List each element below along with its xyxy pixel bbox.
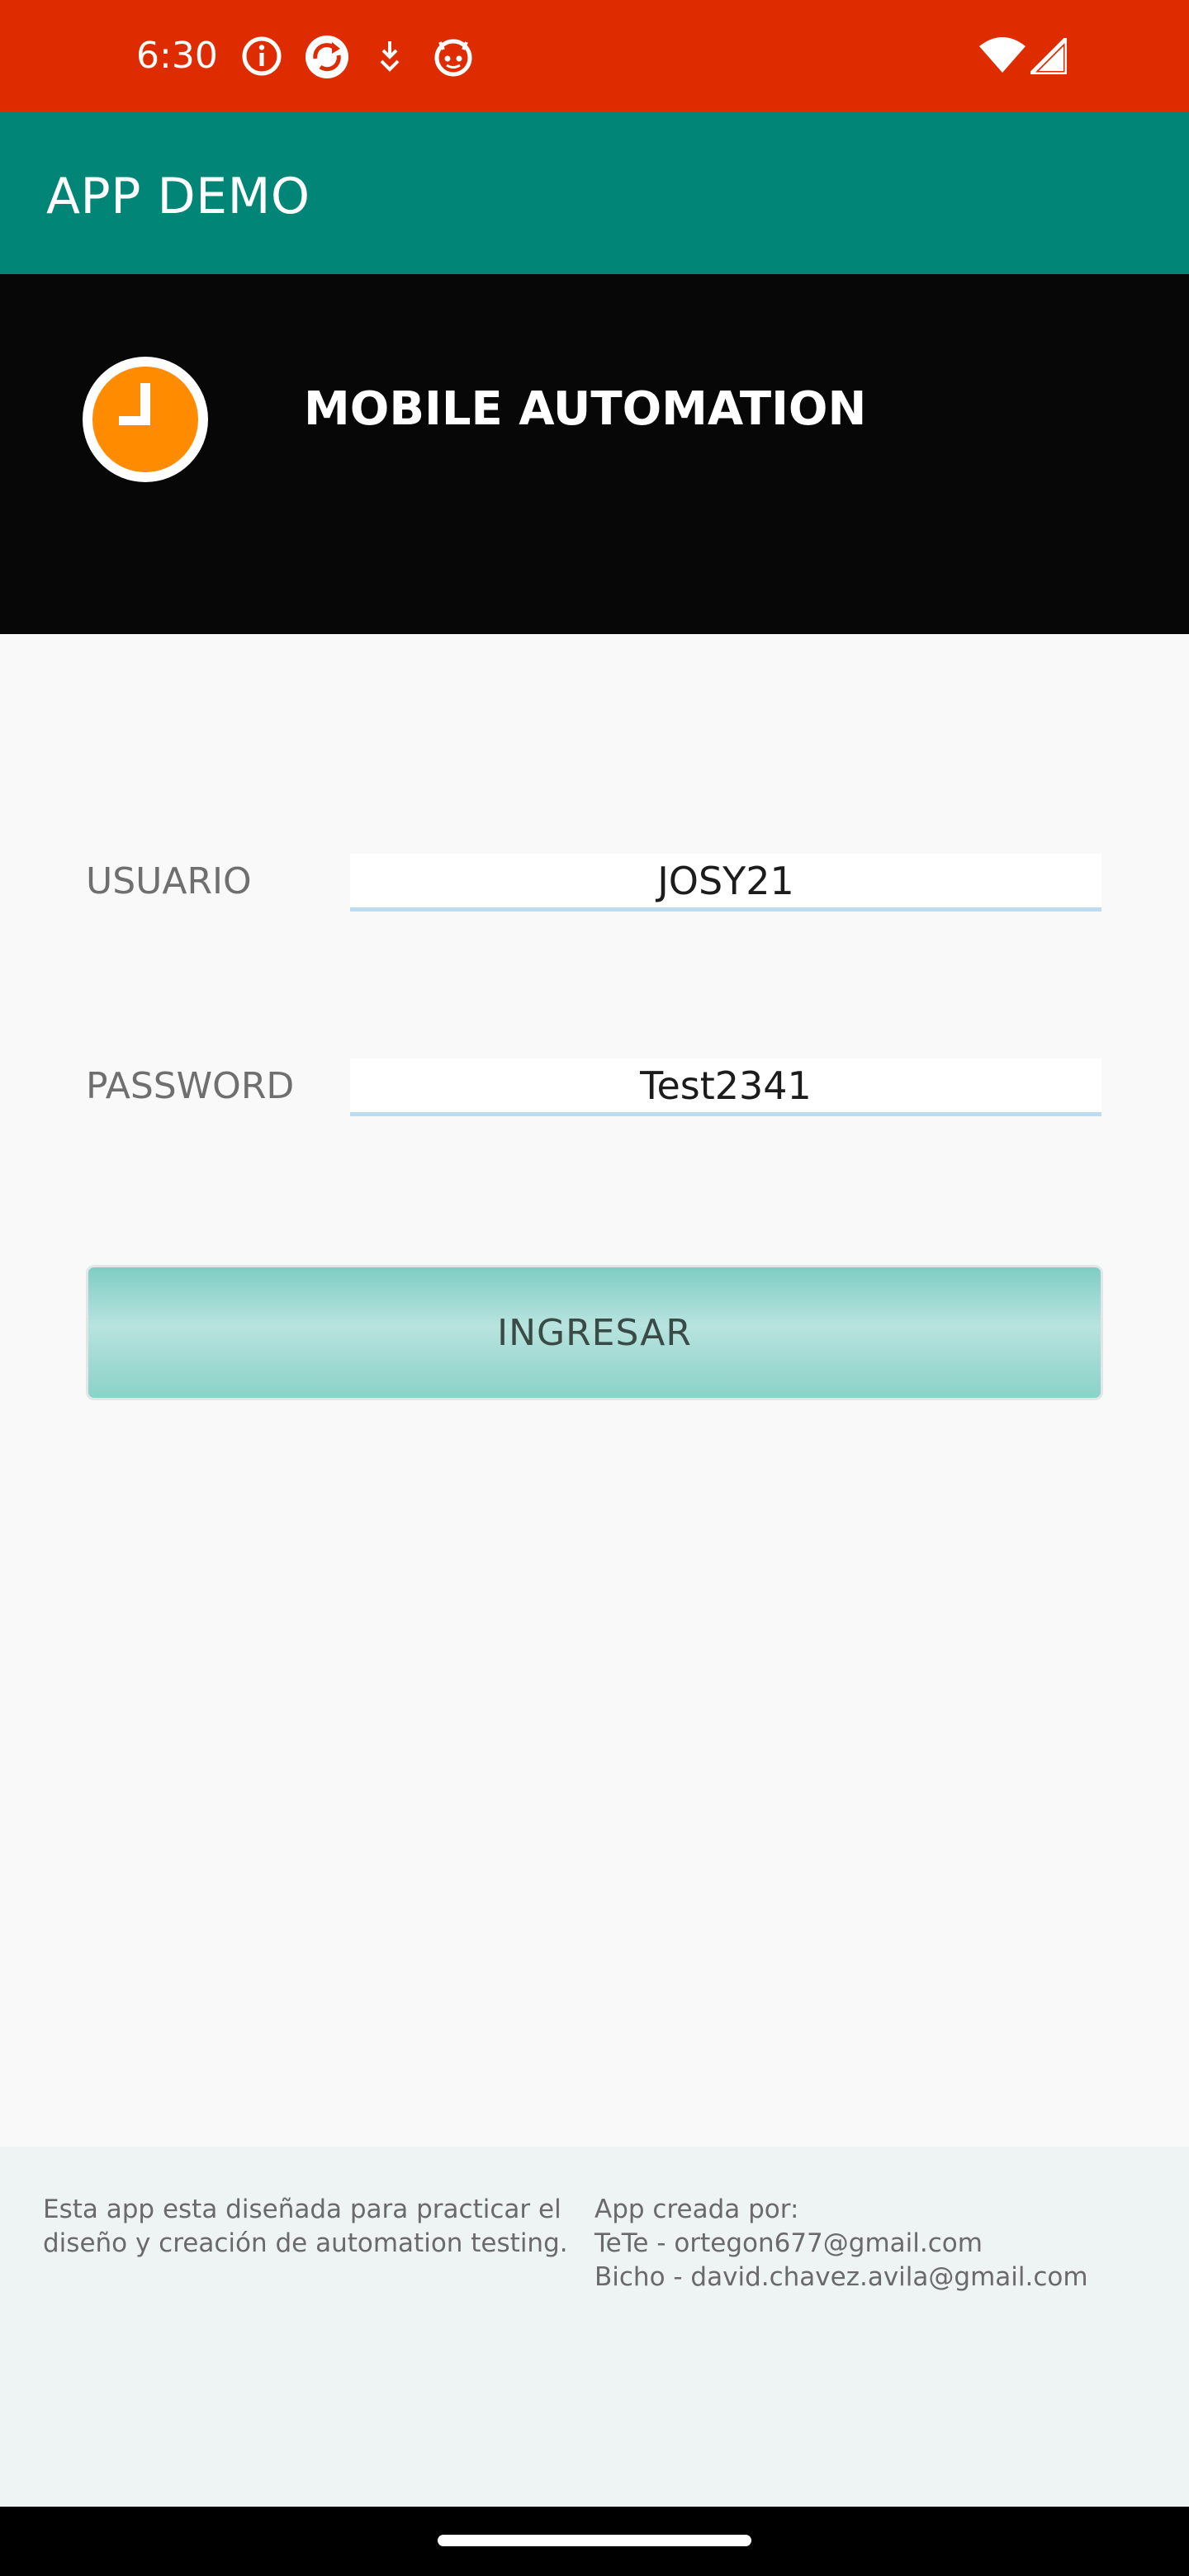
info-icon — [241, 36, 282, 77]
navigation-bar — [0, 2507, 1189, 2576]
download-icon — [378, 38, 401, 74]
home-gesture-handle[interactable] — [438, 2535, 751, 2546]
password-field[interactable] — [350, 1058, 1101, 1116]
username-field[interactable] — [350, 854, 1101, 912]
android-face-icon — [433, 36, 474, 78]
login-button[interactable]: INGRESAR — [86, 1265, 1103, 1400]
credit-line: TeTe - ortegon677@gmail.com — [594, 2228, 983, 2258]
header-banner: MOBILE AUTOMATION — [0, 274, 1189, 634]
banner-title: MOBILE AUTOMATION — [304, 382, 867, 436]
app-title: APP DEMO — [46, 168, 310, 225]
password-label: PASSWORD — [86, 1065, 295, 1107]
username-label: USUARIO — [86, 860, 252, 902]
app-bar: APP DEMO — [0, 112, 1189, 274]
status-bar: 6:30 — [0, 0, 1189, 112]
credits-heading: App creada por: — [594, 2195, 799, 2224]
status-time: 6:30 — [136, 35, 218, 77]
clock-logo-icon — [81, 355, 210, 484]
wifi-icon — [979, 36, 1026, 74]
cell-signal-icon — [1030, 38, 1067, 74]
footer-description-line: Esta app esta diseñada para practicar el — [43, 2195, 561, 2224]
footer: Esta app esta diseñada para practicar el… — [0, 2147, 1189, 2507]
credit-line: Bicho - david.chavez.avila@gmail.com — [594, 2262, 1088, 2292]
footer-credits: App creada por: TeTe - ortegon677@gmail.… — [594, 2193, 1156, 2294]
footer-description-line: diseño y creación de automation testing. — [43, 2228, 568, 2258]
footer-description: Esta app esta diseñada para practicar el… — [43, 2193, 588, 2261]
sync-icon — [304, 34, 350, 80]
